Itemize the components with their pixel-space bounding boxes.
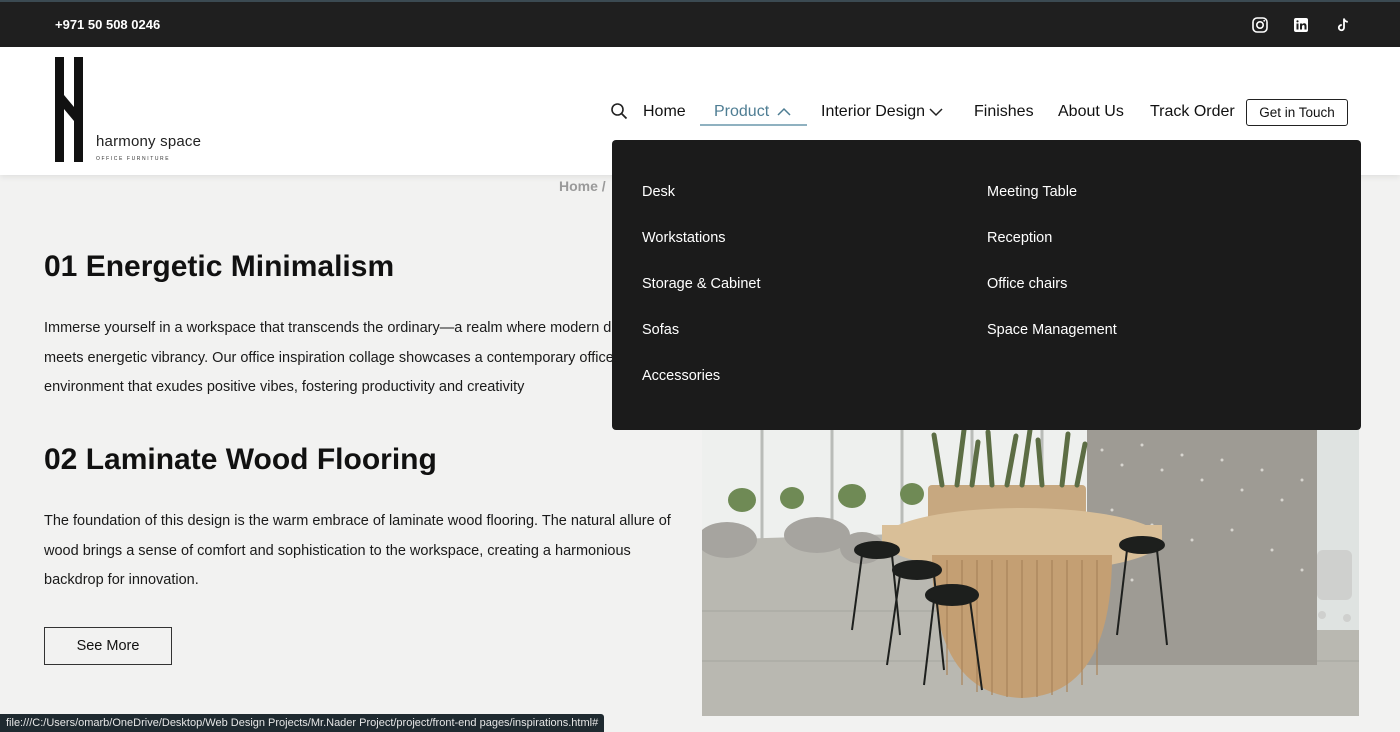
top-bar: +971 50 508 0246: [0, 0, 1400, 47]
menu-item-desk[interactable]: Desk: [642, 184, 675, 200]
menu-item-accessories[interactable]: Accessories: [642, 368, 720, 384]
logo-mark-icon[interactable]: [55, 57, 83, 162]
menu-item-workstations[interactable]: Workstations: [642, 230, 726, 246]
nav-home[interactable]: Home: [643, 103, 686, 121]
menu-item-storage-cabinet[interactable]: Storage & Cabinet: [642, 276, 761, 292]
menu-item-meeting-table[interactable]: Meeting Table: [987, 184, 1077, 200]
section-paragraph-2: The foundation of this design is the war…: [44, 507, 684, 596]
office-inspiration-image: [702, 430, 1359, 716]
instagram-icon[interactable]: [1251, 16, 1269, 34]
section-paragraph-1: Immerse yourself in a workspace that tra…: [44, 314, 684, 403]
tiktok-icon[interactable]: [1334, 16, 1352, 34]
nav-active-underline: [700, 124, 807, 126]
get-in-touch-button[interactable]: Get in Touch: [1246, 99, 1348, 126]
menu-item-space-management[interactable]: Space Management: [987, 322, 1117, 338]
logo-name[interactable]: harmony space: [96, 133, 201, 150]
chevron-down-icon[interactable]: [929, 107, 943, 117]
chevron-up-icon[interactable]: [777, 107, 791, 117]
paragraph-line: The foundation of this design is the war…: [44, 513, 671, 529]
linkedin-icon[interactable]: [1292, 16, 1310, 34]
paragraph-line: environment that exudes positive vibes, …: [44, 379, 525, 395]
menu-item-office-chairs[interactable]: Office chairs: [987, 276, 1067, 292]
paragraph-line: backdrop for innovation.: [44, 572, 199, 588]
see-more-button[interactable]: See More: [44, 627, 172, 665]
menu-item-sofas[interactable]: Sofas: [642, 322, 679, 338]
section-title-1: 01 Energetic Minimalism: [44, 250, 395, 283]
logo-tagline: OFFICE FURNITURE: [96, 156, 171, 162]
breadcrumb[interactable]: Home /: [559, 178, 606, 194]
nav-finishes[interactable]: Finishes: [974, 103, 1034, 121]
browser-status-bar: file:///C:/Users/omarb/OneDrive/Desktop/…: [0, 714, 605, 732]
paragraph-line: meets energetic vibrancy. Our office ins…: [44, 349, 614, 366]
nav-interior-design[interactable]: Interior Design: [821, 103, 925, 121]
product-dropdown-menu: Desk Workstations Storage & Cabinet Sofa…: [612, 140, 1361, 430]
nav-product[interactable]: Product: [714, 103, 769, 121]
nav-about-us[interactable]: About Us: [1058, 103, 1124, 121]
paragraph-line: Immerse yourself in a workspace that tra…: [44, 320, 647, 336]
phone-number[interactable]: +971 50 508 0246: [55, 17, 160, 32]
menu-item-reception[interactable]: Reception: [987, 230, 1052, 246]
section-title-2: 02 Laminate Wood Flooring: [44, 443, 437, 476]
search-icon[interactable]: [610, 102, 628, 120]
nav-track-order[interactable]: Track Order: [1150, 103, 1235, 121]
paragraph-line: wood brings a sense of comfort and sophi…: [44, 542, 631, 559]
